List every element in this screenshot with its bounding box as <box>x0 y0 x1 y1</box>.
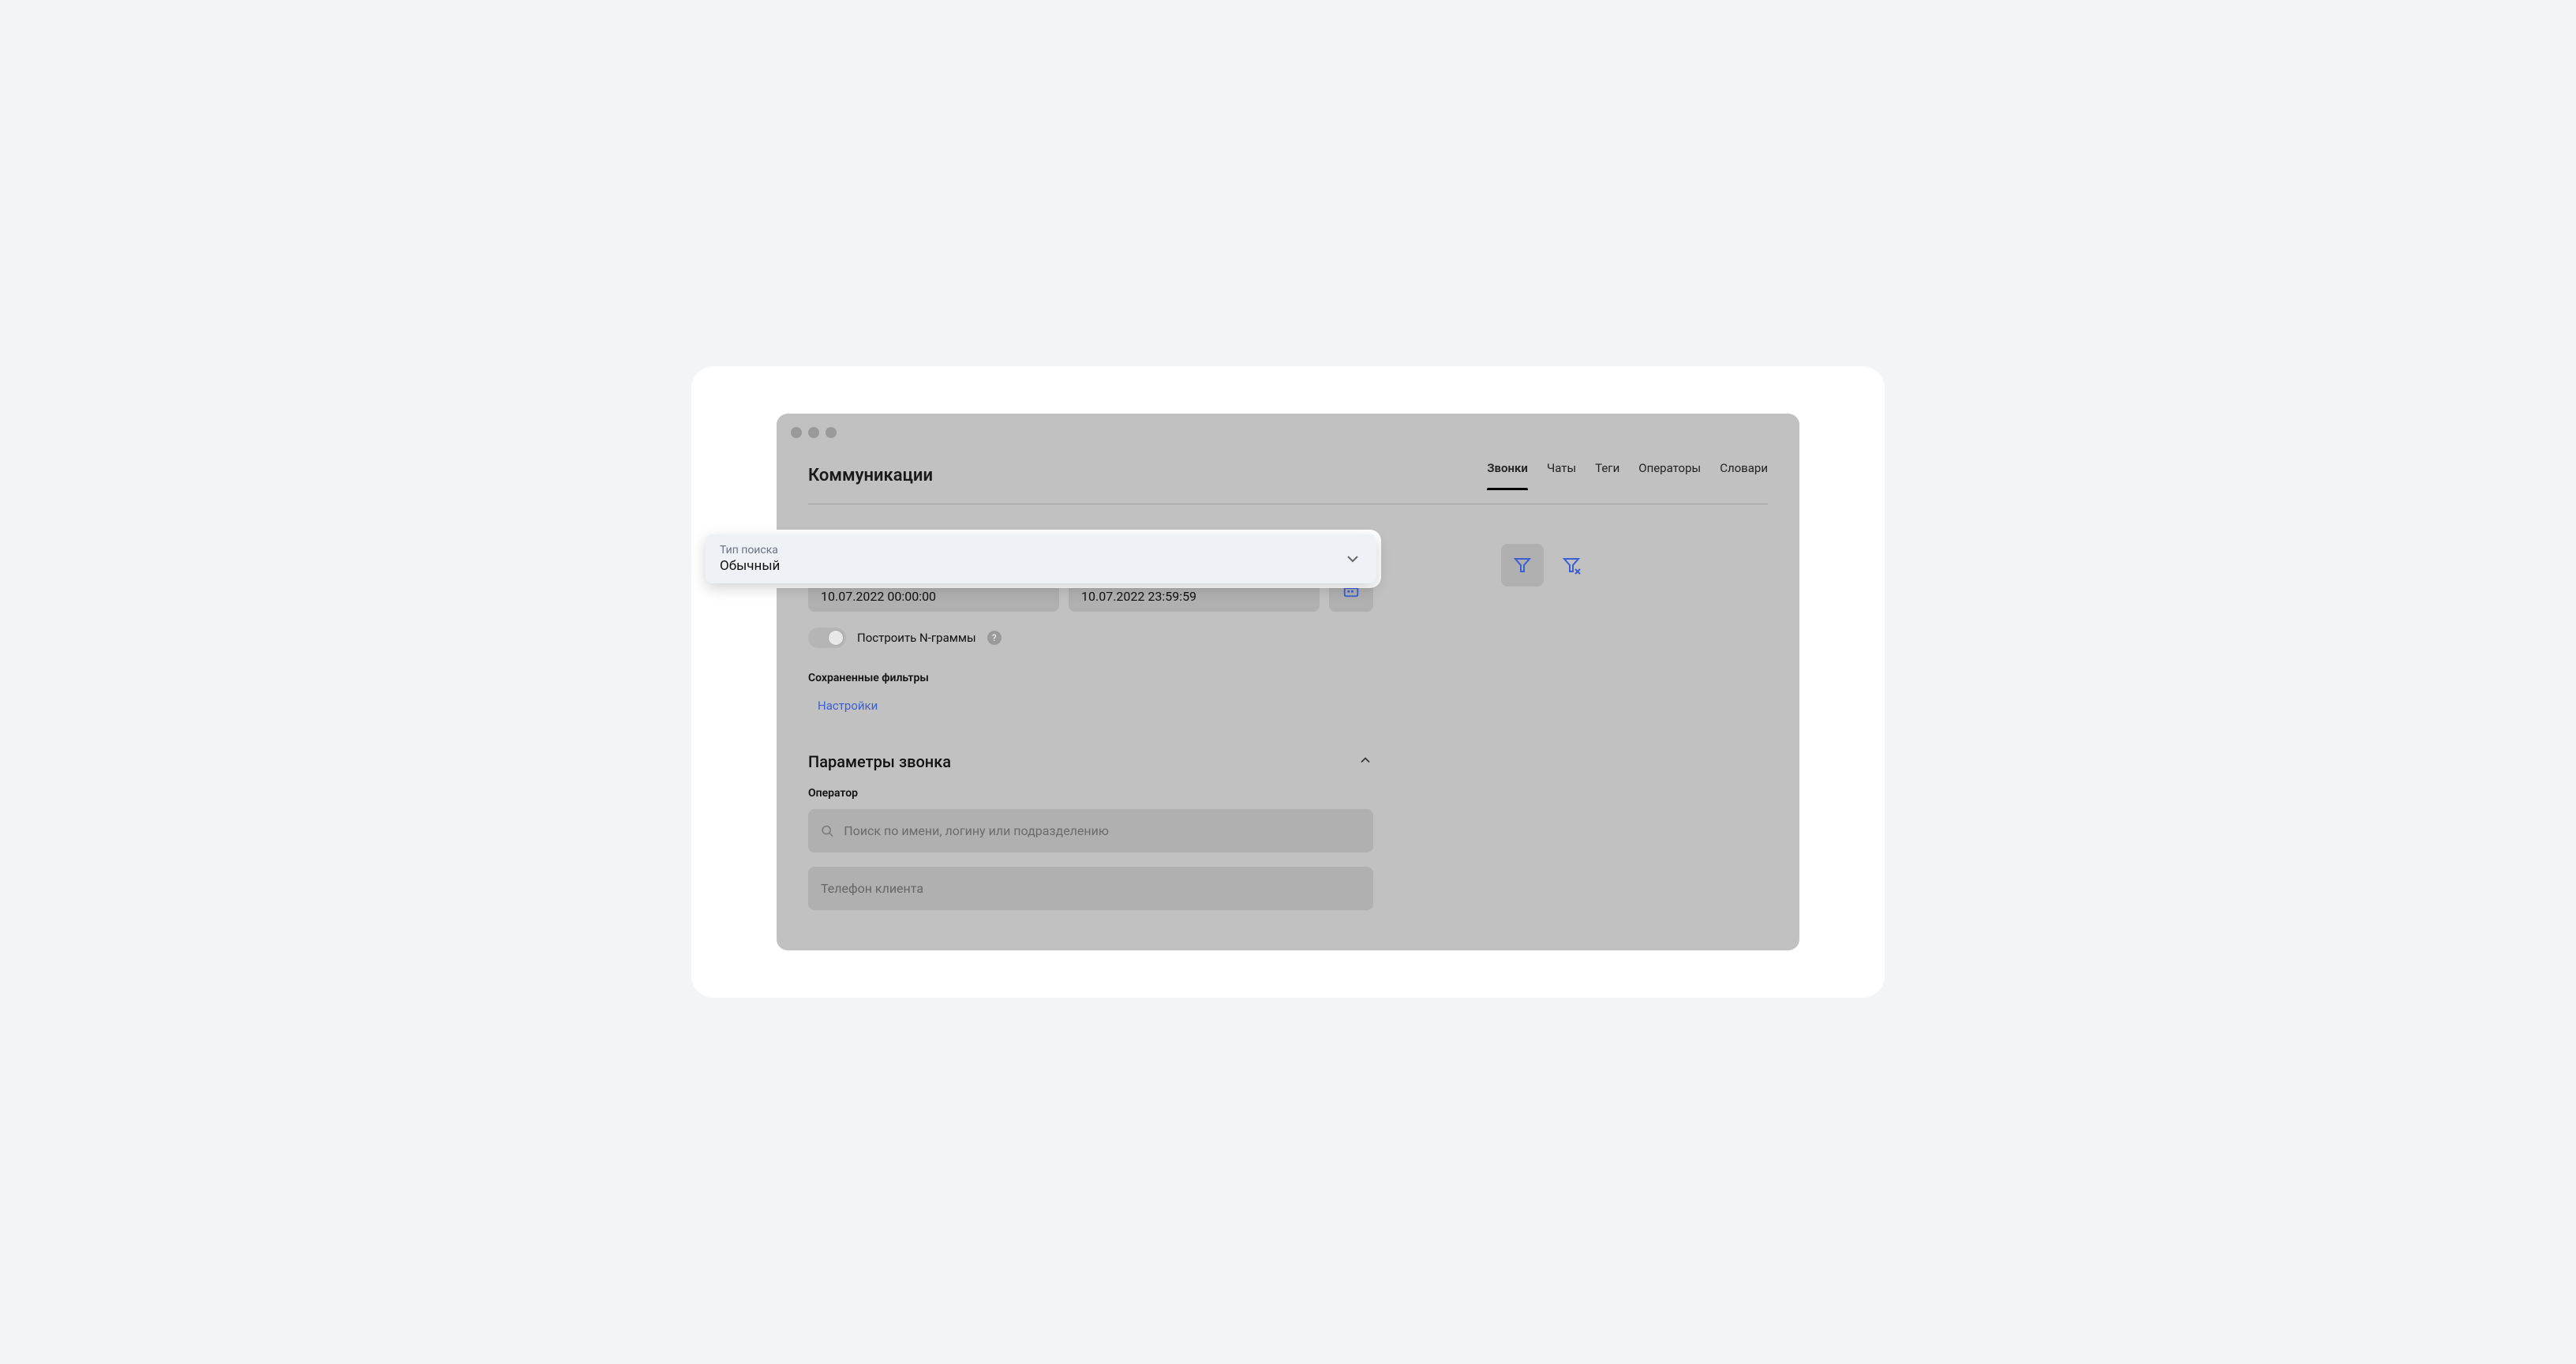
operator-search-input[interactable] <box>844 823 1361 838</box>
search-type-label: Тип поиска <box>720 544 780 556</box>
window-dot-close[interactable] <box>791 427 802 438</box>
filter-clear-icon <box>1562 556 1581 575</box>
search-type-dropdown[interactable]: Тип поиска Обычный <box>706 534 1376 583</box>
collapse-button[interactable] <box>1357 752 1373 771</box>
filter-buttons <box>1501 544 1593 586</box>
saved-filters-label: Сохраненные фильтры <box>808 672 1373 684</box>
tab-bar: Звонки Чаты Теги Операторы Словари <box>1487 461 1768 489</box>
browser-window: Коммуникации Звонки Чаты Теги Операторы … <box>777 414 1799 950</box>
filter-button[interactable] <box>1501 544 1544 586</box>
chevron-up-icon <box>1357 752 1373 768</box>
date-end-value: 10.07.2022 23:59:59 <box>1081 589 1307 604</box>
clear-filter-button[interactable] <box>1550 544 1593 586</box>
page-title: Коммуникации <box>808 466 933 485</box>
operator-label: Оператор <box>808 787 1373 800</box>
client-phone-box[interactable] <box>808 867 1373 910</box>
window-dot-maximize[interactable] <box>826 427 837 438</box>
tab-operators[interactable]: Операторы <box>1638 461 1701 489</box>
toggle-knob <box>828 630 844 646</box>
ngram-label: Построить N-граммы <box>857 631 976 645</box>
date-start-value: 10.07.2022 00:00:00 <box>821 589 1046 604</box>
tab-calls[interactable]: Звонки <box>1487 461 1528 489</box>
search-icon <box>821 824 834 838</box>
calendar-icon <box>1342 581 1360 598</box>
call-params-header: Параметры звонка <box>808 752 1373 771</box>
tab-dictionaries[interactable]: Словари <box>1720 461 1768 489</box>
window-titlebar <box>777 414 1799 452</box>
search-type-value: Обычный <box>720 558 780 574</box>
settings-link[interactable]: Настройки <box>818 699 878 713</box>
filter-icon <box>1513 556 1532 575</box>
help-icon[interactable]: ? <box>987 631 1002 645</box>
operator-search-box[interactable] <box>808 809 1373 852</box>
page-header: Коммуникации Звонки Чаты Теги Операторы … <box>808 461 1768 504</box>
page-background: Коммуникации Звонки Чаты Теги Операторы … <box>691 366 1885 998</box>
window-dot-minimize[interactable] <box>808 427 819 438</box>
chevron-down-icon <box>1343 549 1362 568</box>
client-phone-input[interactable] <box>821 881 1361 896</box>
ngram-row: Построить N-граммы ? <box>808 628 1373 648</box>
ngram-toggle[interactable] <box>808 628 846 648</box>
call-params-title: Параметры звонка <box>808 752 951 771</box>
tab-tags[interactable]: Теги <box>1595 461 1619 489</box>
content-area: Коммуникации Звонки Чаты Теги Операторы … <box>777 452 1799 910</box>
tab-chats[interactable]: Чаты <box>1547 461 1576 489</box>
